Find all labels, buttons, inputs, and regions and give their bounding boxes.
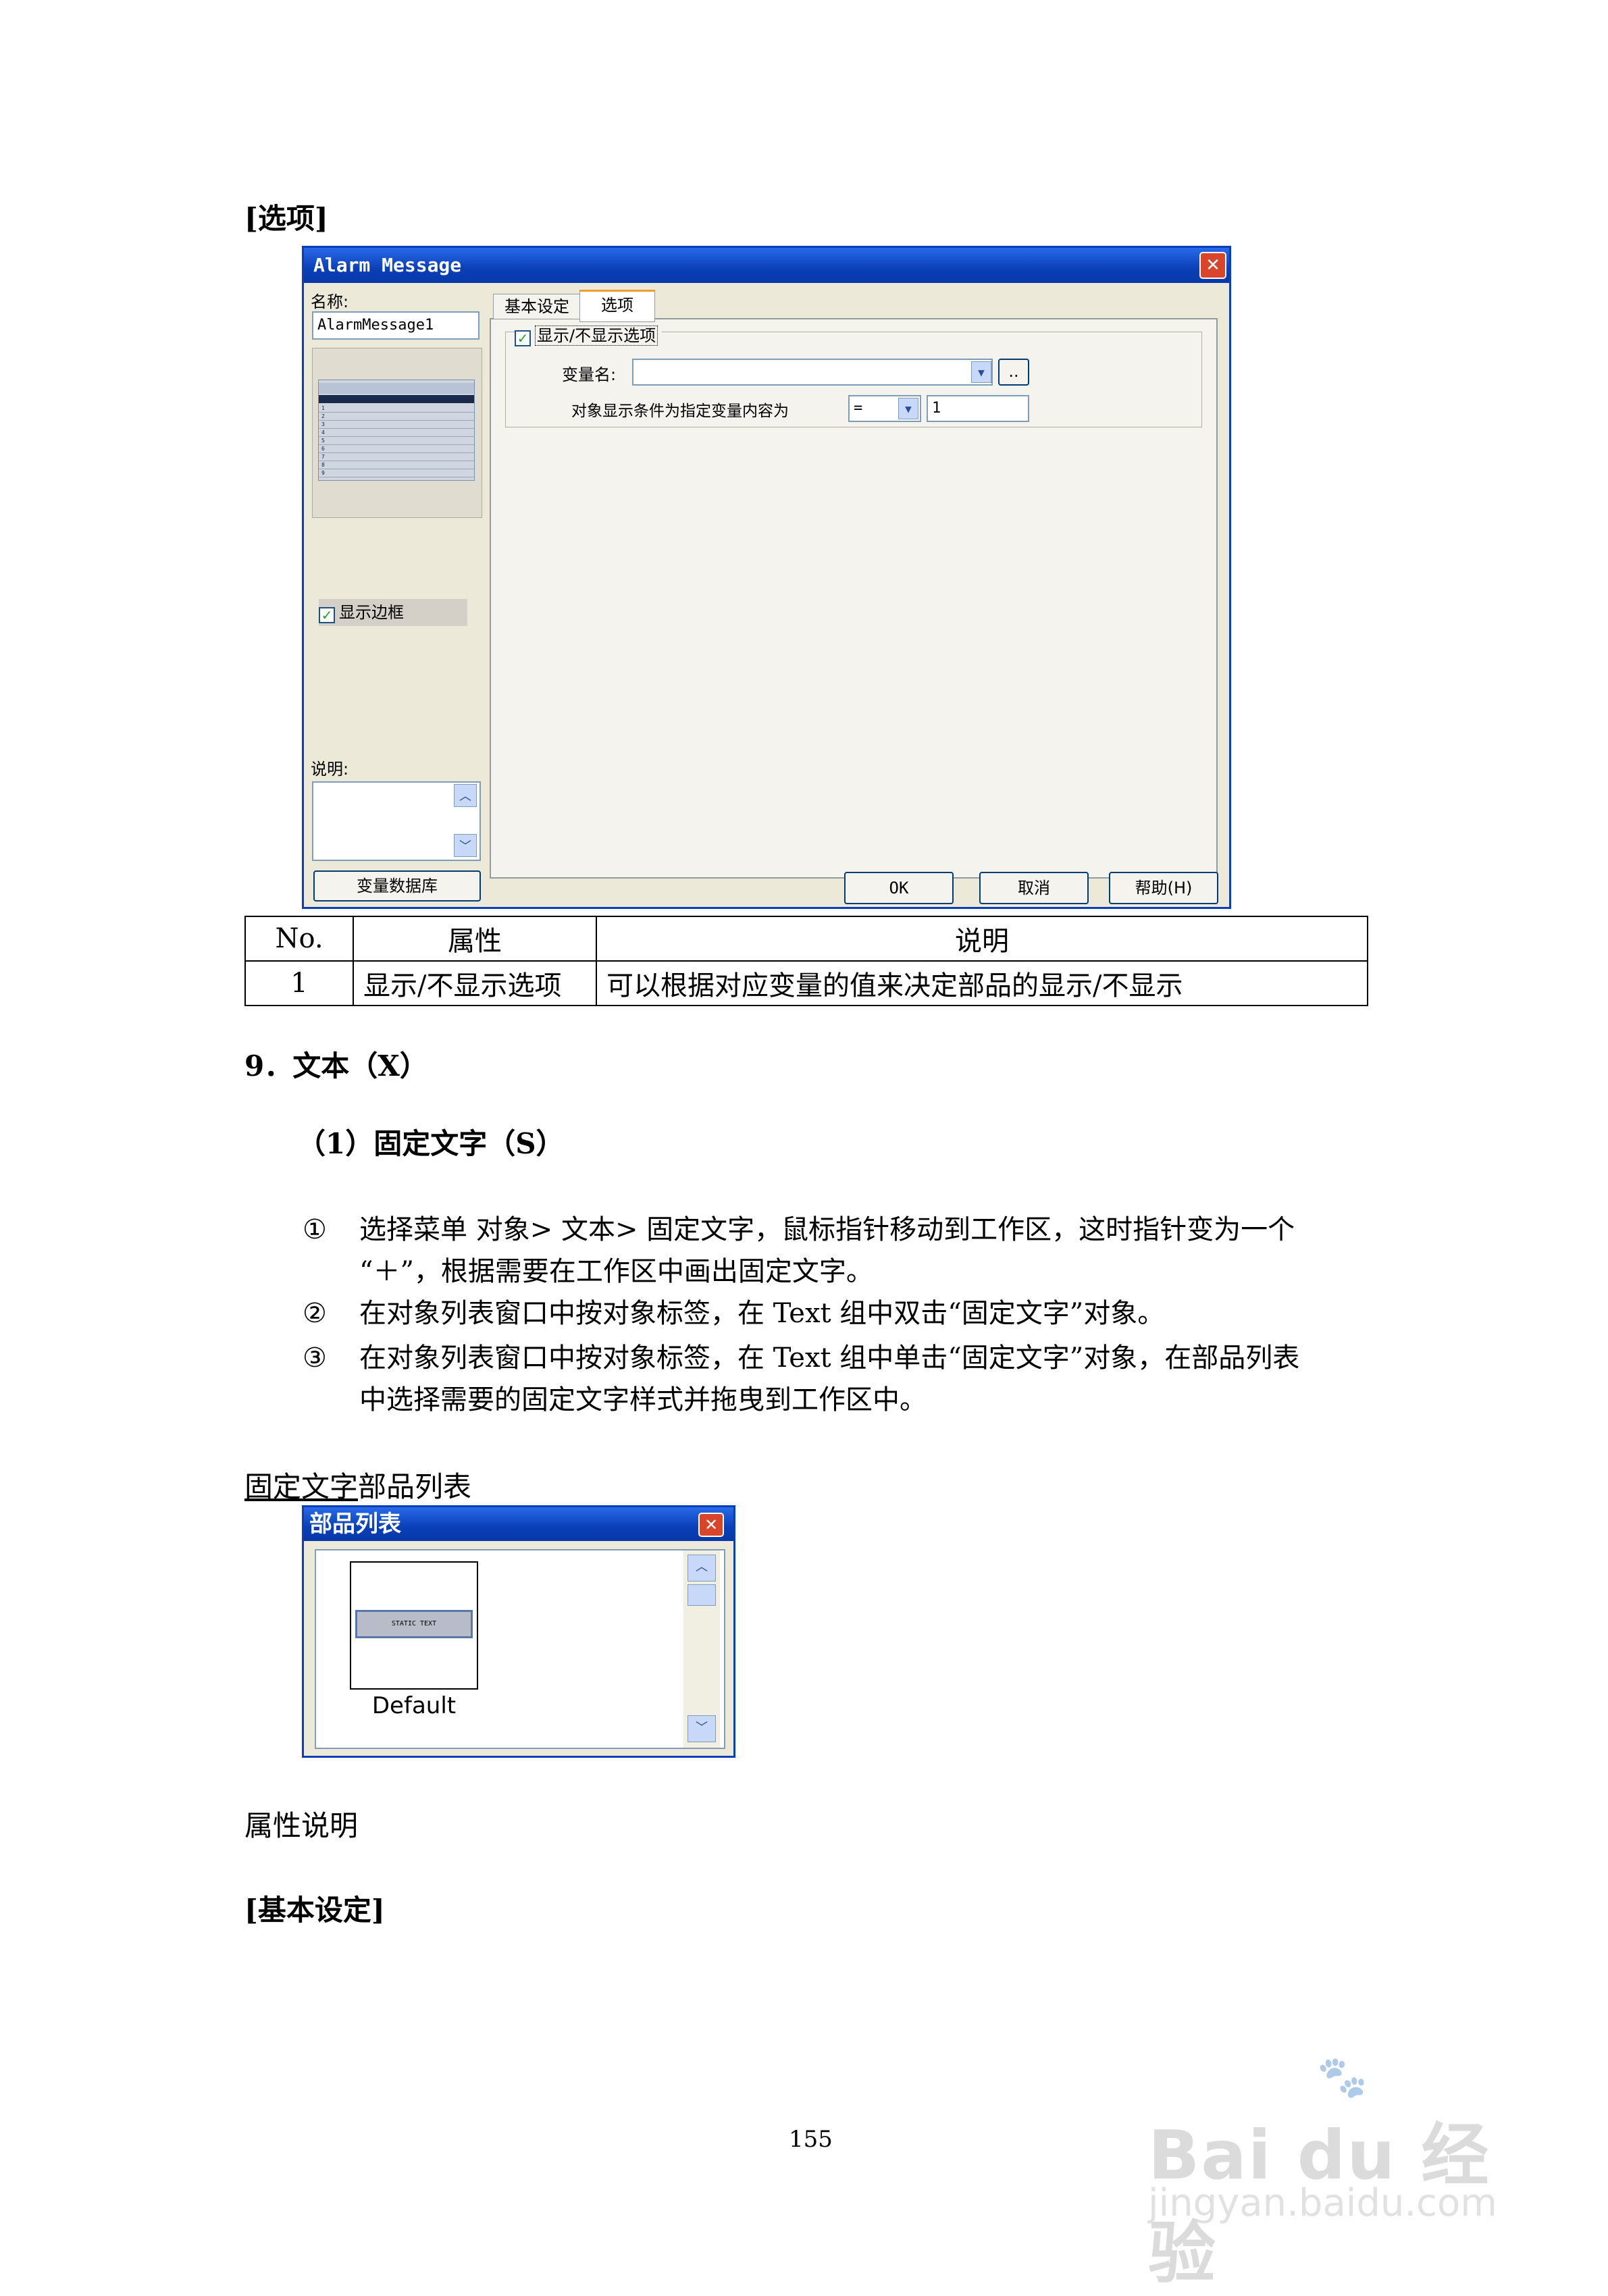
chevron-down-icon[interactable]: ▼ [898,398,918,419]
preview-box: 123456789 [312,348,482,518]
table-row: 1 显示/不显示选项 可以根据对应变量的值来决定部品的显示/不显示 [244,960,1368,1006]
ok-button[interactable]: OK [844,872,954,904]
table-cell: 可以根据对应变量的值来决定部品的显示/不显示 [596,960,1368,1006]
preview-row: 9 [319,469,474,477]
page-number: 155 [789,2126,833,2153]
condition-label: 对象显示条件为指定变量内容为 [571,402,789,420]
close-icon[interactable]: ✕ [698,1513,724,1537]
preview-row: 3 [319,421,474,429]
alarm-preview-table: 123456789 [318,380,475,481]
alarm-message-dialog: Alarm Message ✕ 名称: AlarmMessage1 123456… [302,246,1231,909]
paw-icon: 🐾 [1317,2054,1368,2101]
step-1-line2: “＋”，根据需要在工作区中画出固定文字。 [359,1256,873,1287]
options-heading: [选项] [244,202,328,235]
step-2-num: ② [303,1298,327,1329]
preview-row: 2 [319,413,474,421]
name-field[interactable]: AlarmMessage1 [312,311,479,340]
step-3-line1: 在对象列表窗口中按对象标签，在 Text 组中单击“固定文字”对象，在部品列表 [359,1342,1300,1374]
baidu-watermark: 🐾 Bai du 经验 jingyan.baidu.com [1141,2053,1520,2293]
scroll-down-icon[interactable]: ﹀ [688,1715,716,1742]
part-item-label: Default [371,1692,457,1719]
scroll-thumb[interactable] [688,1584,716,1606]
step-3-line2: 中选择需要的固定文字样式并拖曳到工作区中。 [359,1384,927,1415]
preview-header [319,383,474,394]
preview-row: 5 [319,437,474,445]
table-header: No. [244,916,354,962]
table-cell: 1 [244,960,354,1006]
static-text-preview: STATIC TEXT [355,1610,473,1638]
preview-row: 4 [319,429,474,437]
parts-list-caption-underlined: 固定文字 [244,1470,359,1503]
scroll-up-icon[interactable]: ︿ [454,784,477,807]
condition-value-field[interactable]: 1 [927,395,1029,422]
parts-list-area: STATIC TEXT Default ︿ ﹀ [315,1549,725,1749]
preview-row: 8 [319,461,474,469]
watermark-url: jingyan.baidu.com [1148,2181,1497,2225]
table-cell: 显示/不显示选项 [353,960,597,1006]
operator-select[interactable]: = ▼ [848,395,921,422]
parts-list-caption: 固定文字部品列表 [244,1464,471,1505]
preview-row: 1 [319,405,474,413]
description-field[interactable]: ︿ ﹀ [312,781,481,861]
dialog-title: Alarm Message [304,248,1229,283]
fixed-text-heading: （1）固定文字（S） [297,1127,565,1160]
var-name-label: 变量名: [562,365,617,384]
show-option-label: 显示/不显示选项 [535,325,658,346]
parts-list-caption-rest: 部品列表 [358,1470,472,1503]
tab-options[interactable]: 选项 [579,290,655,322]
part-item-default[interactable]: STATIC TEXT [350,1561,478,1690]
show-border-row[interactable]: ✓ 显示边框 [319,599,467,626]
step-2-line1: 在对象列表窗口中按对象标签，在 Text 组中双击“固定文字”对象。 [359,1298,1165,1329]
step-1-line1: 选择菜单 对象> 文本> 固定文字，鼠标指针移动到工作区，这时指针变为一个 [359,1214,1295,1245]
parts-list-window: 部品列表 ✕ STATIC TEXT Default ︿ ﹀ [302,1505,735,1758]
step-3-num: ③ [303,1342,327,1374]
tab-basic[interactable]: 基本设定 [493,294,581,319]
basic-setting-heading: [基本设定] [244,1894,385,1927]
close-icon[interactable]: ✕ [1199,252,1226,279]
preview-row: 6 [319,445,474,453]
attribute-description-heading: 属性说明 [244,1809,359,1842]
step-1-num: ① [303,1214,327,1245]
table-header: 属性 [353,916,597,962]
preview-selected-row [319,395,474,403]
text-section-heading: 9．文本（X） [244,1049,428,1082]
var-browse-button[interactable]: .. [998,359,1029,386]
cancel-button[interactable]: 取消 [979,872,1089,904]
var-database-button[interactable]: 变量数据库 [313,870,481,902]
show-border-label: 显示边框 [339,603,404,622]
description-label: 说明: [311,760,349,779]
scroll-down-icon[interactable]: ﹀ [454,834,477,857]
property-table: No. 属性 说明 1 显示/不显示选项 可以根据对应变量的值来决定部品的显示/… [244,916,1368,1006]
name-label: 名称: [311,292,349,311]
var-name-select[interactable]: ▼ [632,359,993,386]
checkbox-icon[interactable]: ✓ [515,330,531,346]
table-header: 说明 [596,916,1368,962]
parts-window-title: 部品列表 [304,1507,733,1541]
preview-rows: 123456789 [319,405,474,477]
operator-value: = [854,400,863,417]
help-button[interactable]: 帮助(H) [1109,872,1218,904]
checkbox-icon[interactable]: ✓ [319,606,335,623]
scroll-up-icon[interactable]: ︿ [688,1555,716,1582]
show-option-row[interactable]: ✓ 显示/不显示选项 [515,322,663,346]
preview-row: 7 [319,453,474,461]
chevron-down-icon[interactable]: ▼ [971,361,991,383]
vertical-scrollbar[interactable]: ︿ ﹀ [683,1550,720,1748]
table-header-row: No. 属性 说明 [244,916,1368,962]
